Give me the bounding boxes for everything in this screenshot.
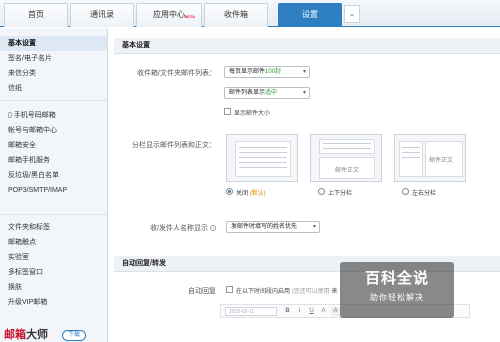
section-basic-settings: 基本设置 [114, 38, 500, 54]
tab-app-center[interactable]: 应用中心 BETA [136, 3, 202, 27]
watermark-title: 百科全说 [364, 270, 429, 287]
thumb-body-text: 邮件正文 [335, 168, 360, 174]
show-size-label: 显示邮件大小 [234, 111, 271, 117]
chevron-down-icon: ▾ [312, 224, 316, 230]
radio-off-text: 关闭 [236, 191, 249, 197]
layout-thumb-leftright[interactable]: 邮件正文 [394, 134, 466, 182]
sidebar-item-folders[interactable]: 文件夹和标签 [0, 220, 107, 235]
name-display-value: 发邮件时填写的姓名优先 [231, 224, 298, 230]
split-view-row-label: 分栏显示邮件列表和正文： [132, 142, 216, 149]
radio-default-text: (默认) [249, 191, 266, 197]
sidebar-item-account-center[interactable]: 帐号与邮箱中心 [0, 123, 107, 138]
thumb-line [402, 152, 420, 153]
beta-badge: BETA [184, 14, 195, 19]
help-icon[interactable]: ? [210, 225, 216, 232]
sidebar-item-stationery[interactable]: 信纸 [0, 81, 107, 96]
auto-reply-checkbox[interactable] [226, 286, 233, 293]
bg-color-button[interactable]: A [331, 307, 340, 316]
thumb-body-text: 邮件正文 [429, 158, 454, 164]
thumb-list-area [319, 139, 375, 154]
sidebar-divider [0, 100, 107, 101]
thumb-line [239, 162, 287, 163]
brand-part-a: 邮箱 [4, 328, 26, 341]
tab-contacts[interactable]: 通讯录 [70, 3, 134, 27]
sidebar-item-anti-spam[interactable]: 反垃圾/黑白名单 [0, 168, 107, 183]
name-display-label-text: 收/发件人名称显示 [150, 225, 209, 232]
list-density-select[interactable]: 邮件列表显示适中 ▾ [224, 87, 310, 99]
phone-icon: ▯ [8, 112, 12, 119]
underline-button[interactable]: U [307, 307, 316, 316]
tab-app-center-label: 应用中心 [153, 10, 185, 19]
sidebar-item-mobile-service[interactable]: 邮箱手机服务 [0, 153, 107, 168]
radio-split-off-label: 关闭 (默认) [236, 188, 266, 197]
download-button[interactable]: 下载 [62, 330, 86, 341]
radio-split-updown[interactable] [318, 188, 325, 195]
name-display-row-label: 收/发件人名称显示 ? [110, 223, 216, 233]
brand-logo: 邮箱大师 [4, 326, 48, 342]
chevron-down-icon: ▾ [302, 90, 306, 96]
thumb-line [239, 157, 287, 158]
sidebar-item-pop3[interactable]: POP3/SMTP/IMAP [0, 183, 107, 198]
tab-settings[interactable]: 设置 [278, 3, 342, 27]
mail-list-row-label: 收件箱/文件夹邮件列表： [137, 70, 216, 77]
per-page-select[interactable]: 每页显示邮件100封 ▾ [224, 66, 310, 78]
auto-reply-hint: (您还可以使用 [291, 289, 330, 295]
brand-part-b: 大师 [26, 328, 48, 341]
date-input[interactable]: 2015-02-11 [225, 307, 277, 316]
layout-thumb-updown[interactable]: 邮件正文 [310, 134, 382, 182]
chevron-down-icon: ▾ [302, 69, 306, 75]
auto-reply-option: 在以下时间段内启用 (您还可以使用 来 [236, 286, 337, 295]
sidebar-item-skin[interactable]: 换肤 [0, 280, 107, 295]
density-prefix: 邮件列表显示 [229, 90, 266, 96]
thumb-line [323, 143, 371, 144]
auto-reply-option-text: 在以下时间段内启用 [236, 289, 291, 295]
auto-reply-hint-tail: 来 [331, 289, 338, 295]
sidebar-divider [0, 214, 107, 215]
tab-home[interactable]: 首页 [4, 3, 68, 27]
show-size-checkbox[interactable] [224, 108, 231, 115]
per-page-value: 100封 [265, 69, 282, 75]
sidebar-item-lab[interactable]: 实验室 [0, 250, 107, 265]
radio-split-leftright[interactable] [402, 188, 409, 195]
thumb-line [239, 167, 287, 168]
thumb-line [323, 148, 371, 149]
thumb-line [239, 152, 287, 153]
sidebar-item-touchpoint[interactable]: 邮箱触点 [0, 235, 107, 250]
name-display-select[interactable]: 发邮件时填写的姓名优先 ▾ [226, 221, 320, 233]
sidebar-item-signature[interactable]: 签名/电子名片 [0, 51, 107, 66]
watermark-overlay: 百科全说 助你轻松解决 [340, 262, 454, 318]
sidebar-item-vip[interactable]: 升级VIP邮箱 [0, 295, 107, 310]
sidebar-item-security[interactable]: 邮箱安全 [0, 138, 107, 153]
per-page-prefix: 每页显示邮件 [229, 69, 266, 75]
chevron-down-icon[interactable]: ⌄ [344, 5, 360, 23]
radio-split-leftright-label: 左右分栏 [412, 191, 437, 197]
radio-split-off[interactable] [226, 188, 233, 195]
tab-inbox[interactable]: 收件箱 [204, 3, 268, 27]
watermark-subtitle: 助你轻松解决 [370, 293, 424, 302]
sidebar-item-label: 手机号码邮箱 [13, 112, 56, 119]
thumb-line [402, 157, 420, 158]
italic-button[interactable]: I [295, 307, 304, 316]
sidebar-item-mail-classify[interactable]: 来信分类 [0, 66, 107, 81]
density-value: 适中 [265, 90, 278, 96]
font-color-button[interactable]: A [319, 307, 328, 316]
top-tab-bar: 首页 通讯录 应用中心 BETA 收件箱 设置 ⌄ [0, 0, 500, 27]
settings-sidebar: 基本设置 签名/电子名片 来信分类 信纸 ▯ 手机号码邮箱 帐号与邮箱中心 邮箱… [0, 28, 108, 342]
sidebar-item-basic-settings[interactable]: 基本设置 [0, 36, 107, 51]
auto-reply-label: 自动回复 [188, 288, 216, 295]
layout-thumb-off[interactable] [226, 134, 298, 182]
thumb-line [239, 147, 287, 148]
thumb-line [402, 147, 420, 148]
radio-split-updown-label: 上下分栏 [328, 191, 353, 197]
bold-button[interactable]: B [283, 307, 292, 316]
sidebar-item-multi-tab[interactable]: 多标签窗口 [0, 265, 107, 280]
sidebar-item-phone-mailbox[interactable]: ▯ 手机号码邮箱 [0, 108, 107, 123]
